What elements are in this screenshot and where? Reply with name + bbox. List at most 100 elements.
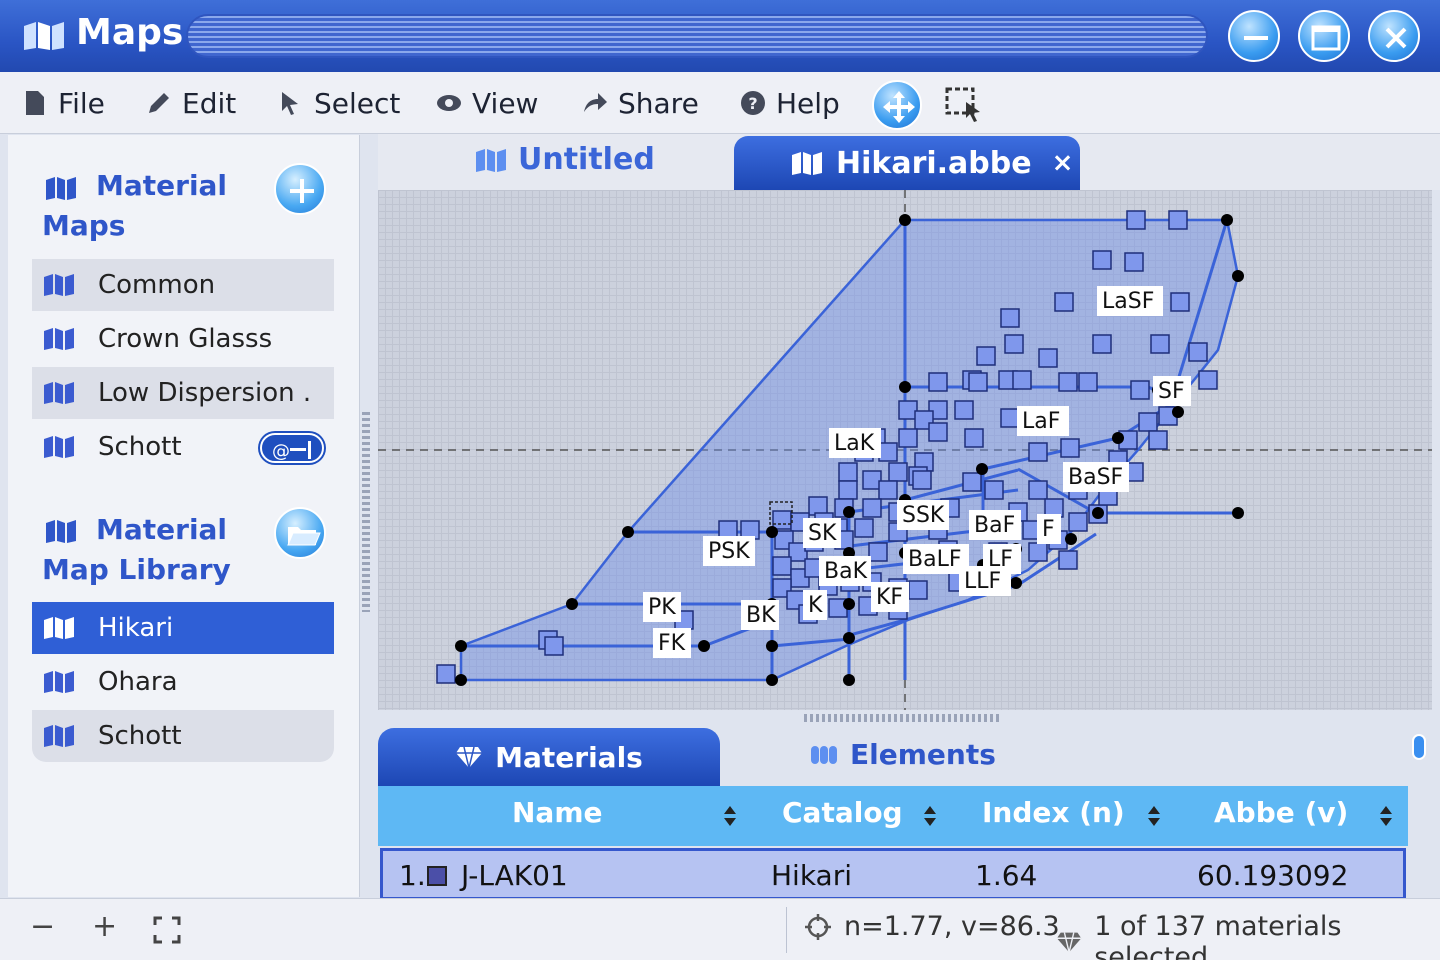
material-marker <box>1124 252 1144 272</box>
region-label-bak: BaK <box>824 559 868 584</box>
sidebar-item-schott-map[interactable]: Schott @ <box>32 421 334 473</box>
material-marker <box>1038 348 1058 368</box>
region-node <box>698 640 710 652</box>
map-icon <box>792 152 822 175</box>
sidebar-item-label: Low Dispersion . <box>98 378 312 408</box>
sidebar-item-hikari[interactable]: Hikari <box>32 602 334 654</box>
sort-icon[interactable] <box>922 804 938 828</box>
region-label-sf: SF <box>1158 379 1185 404</box>
sort-icon[interactable] <box>722 804 738 828</box>
document-tabs: Untitled Hikari.abbe × <box>378 134 1440 190</box>
menu-file[interactable]: File <box>22 84 105 122</box>
pan-tool-button[interactable] <box>872 80 922 130</box>
sidebar-item-crown-glass[interactable]: Crown Glasss <box>32 313 334 365</box>
sidebar-item-label: Ohara <box>98 667 178 697</box>
material-marker <box>1168 210 1188 230</box>
material-marker <box>862 498 882 518</box>
abbe-diagram-canvas[interactable]: LaSF SF LaF LaK BaSF SSK BaF F PSK SK BaLF LF BaK LLF… <box>378 190 1432 710</box>
column-header-catalog[interactable]: Catalog <box>782 796 903 829</box>
region-label-sk: SK <box>808 521 837 546</box>
menu-view[interactable]: View <box>436 84 538 122</box>
region-label-llf: LLF <box>964 569 1001 594</box>
menu-select[interactable]: Select <box>278 84 400 122</box>
tab-untitled[interactable]: Untitled <box>474 142 655 177</box>
move-icon <box>883 91 915 123</box>
region-node <box>766 674 778 686</box>
marquee-select-icon[interactable] <box>944 84 984 124</box>
minimize-button[interactable] <box>1228 10 1280 62</box>
sort-icon[interactable] <box>1378 804 1394 828</box>
tab-label: Untitled <box>518 142 655 177</box>
zoom-out-button[interactable]: − <box>30 909 60 944</box>
menu-file-label: File <box>58 86 105 120</box>
selection-status: 1 of 137 materials selected <box>1056 911 1440 960</box>
section-title-library: Material <box>96 513 228 546</box>
region-label-bk: BK <box>746 603 776 628</box>
scrollbar-thumb[interactable] <box>1412 734 1426 760</box>
tab-elements[interactable]: Elements <box>810 738 996 771</box>
tab-label: Materials <box>495 740 643 774</box>
row-number: 1. <box>399 859 426 892</box>
column-header-abbe[interactable]: Abbe (v) <box>1214 796 1348 829</box>
sort-icon[interactable] <box>1146 804 1162 828</box>
region-label-lak: LaK <box>834 431 875 456</box>
material-marker <box>1198 370 1218 390</box>
region-node <box>1232 270 1244 282</box>
sidebar-item-ohara[interactable]: Ohara <box>32 656 334 708</box>
menu-help-label: Help <box>776 86 840 120</box>
menu-share[interactable]: Share <box>582 84 699 122</box>
sidebar-item-common[interactable]: Common <box>32 259 334 311</box>
tab-label: Hikari.abbe <box>836 145 1032 181</box>
region-node <box>1112 432 1124 444</box>
region-node <box>843 506 855 518</box>
column-header-name[interactable]: Name <box>512 796 603 829</box>
region-node <box>843 598 855 610</box>
title-drag-area[interactable] <box>186 14 1208 58</box>
material-marker <box>928 422 948 442</box>
menu-edit[interactable]: Edit <box>146 84 236 122</box>
maximize-button[interactable] <box>1298 10 1350 62</box>
region-label-baf: BaF <box>974 513 1015 538</box>
region-node <box>843 674 855 686</box>
title-bar[interactable]: Maps <box>0 0 1440 72</box>
menu-help[interactable]: ? Help <box>740 84 840 122</box>
coordinates-text: n=1.77, v=86.3 <box>844 911 1060 942</box>
menu-share-label: Share <box>618 86 699 120</box>
panel-splitter[interactable] <box>804 714 1002 722</box>
menu-edit-label: Edit <box>182 86 237 120</box>
map-icon <box>476 148 506 172</box>
region-label-k: K <box>808 593 823 618</box>
region-label-laf: LaF <box>1022 409 1060 434</box>
fit-to-view-icon[interactable] <box>152 915 182 945</box>
sidebar-item-schott-library[interactable]: Schott <box>32 710 334 762</box>
material-marker <box>1092 250 1112 270</box>
zoom-in-button[interactable]: + <box>92 909 122 944</box>
section-title-material-maps: Material <box>96 169 228 202</box>
menu-view-label: View <box>472 86 539 120</box>
sidebar-item-label: Schott <box>98 721 182 751</box>
tab-hikari-abbe[interactable]: Hikari.abbe × <box>734 136 1080 190</box>
add-map-button[interactable] <box>274 163 326 215</box>
sidebar-item-low-dispersion[interactable]: Low Dispersion . <box>32 367 334 419</box>
close-button[interactable] <box>1368 10 1420 62</box>
material-marker <box>1000 408 1020 428</box>
material-marker <box>898 428 918 448</box>
sidebar: Material Maps Common Crown Glasss Low Di… <box>8 135 360 897</box>
gem-icon <box>456 746 483 769</box>
region-node <box>1221 214 1233 226</box>
tab-close-button[interactable]: × <box>1052 148 1074 178</box>
help-icon: ? <box>741 91 765 115</box>
region-label-pk: PK <box>648 595 676 620</box>
column-header-index[interactable]: Index (n) <box>982 796 1125 829</box>
sidebar-resize-handle[interactable] <box>362 412 370 612</box>
region-node <box>1010 577 1022 589</box>
tab-materials[interactable]: Materials <box>378 728 720 786</box>
region-node <box>1092 507 1104 519</box>
open-library-button[interactable] <box>274 507 326 559</box>
map-icon <box>24 22 64 50</box>
sidebar-item-label: Crown Glasss <box>98 324 273 354</box>
table-row[interactable]: 1. J-LAK01 Hikari 1.64 60.193092 <box>380 848 1406 900</box>
abbe-diagram[interactable]: LaSFSFLaFLaKBaSFSSK BaF FPSKSKBaLF LFBaK LLF… <box>378 190 1432 710</box>
linked-badge[interactable]: @ <box>260 433 324 463</box>
close-icon <box>1385 27 1407 49</box>
